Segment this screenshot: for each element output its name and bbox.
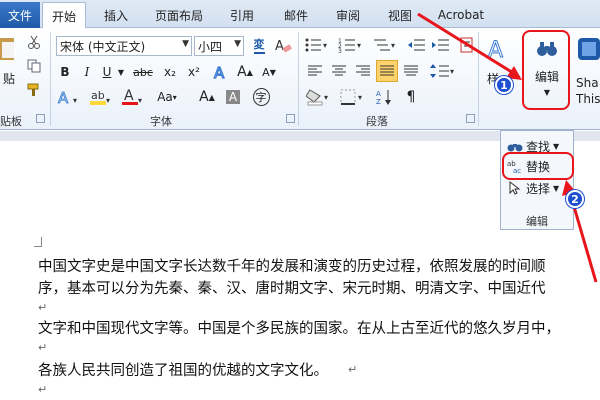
annotation-arrows: [417, 12, 598, 283]
arrow-to-editing: [417, 12, 519, 78]
callout-number-2: 2: [566, 190, 584, 208]
callout-number-1: 1: [495, 76, 513, 94]
